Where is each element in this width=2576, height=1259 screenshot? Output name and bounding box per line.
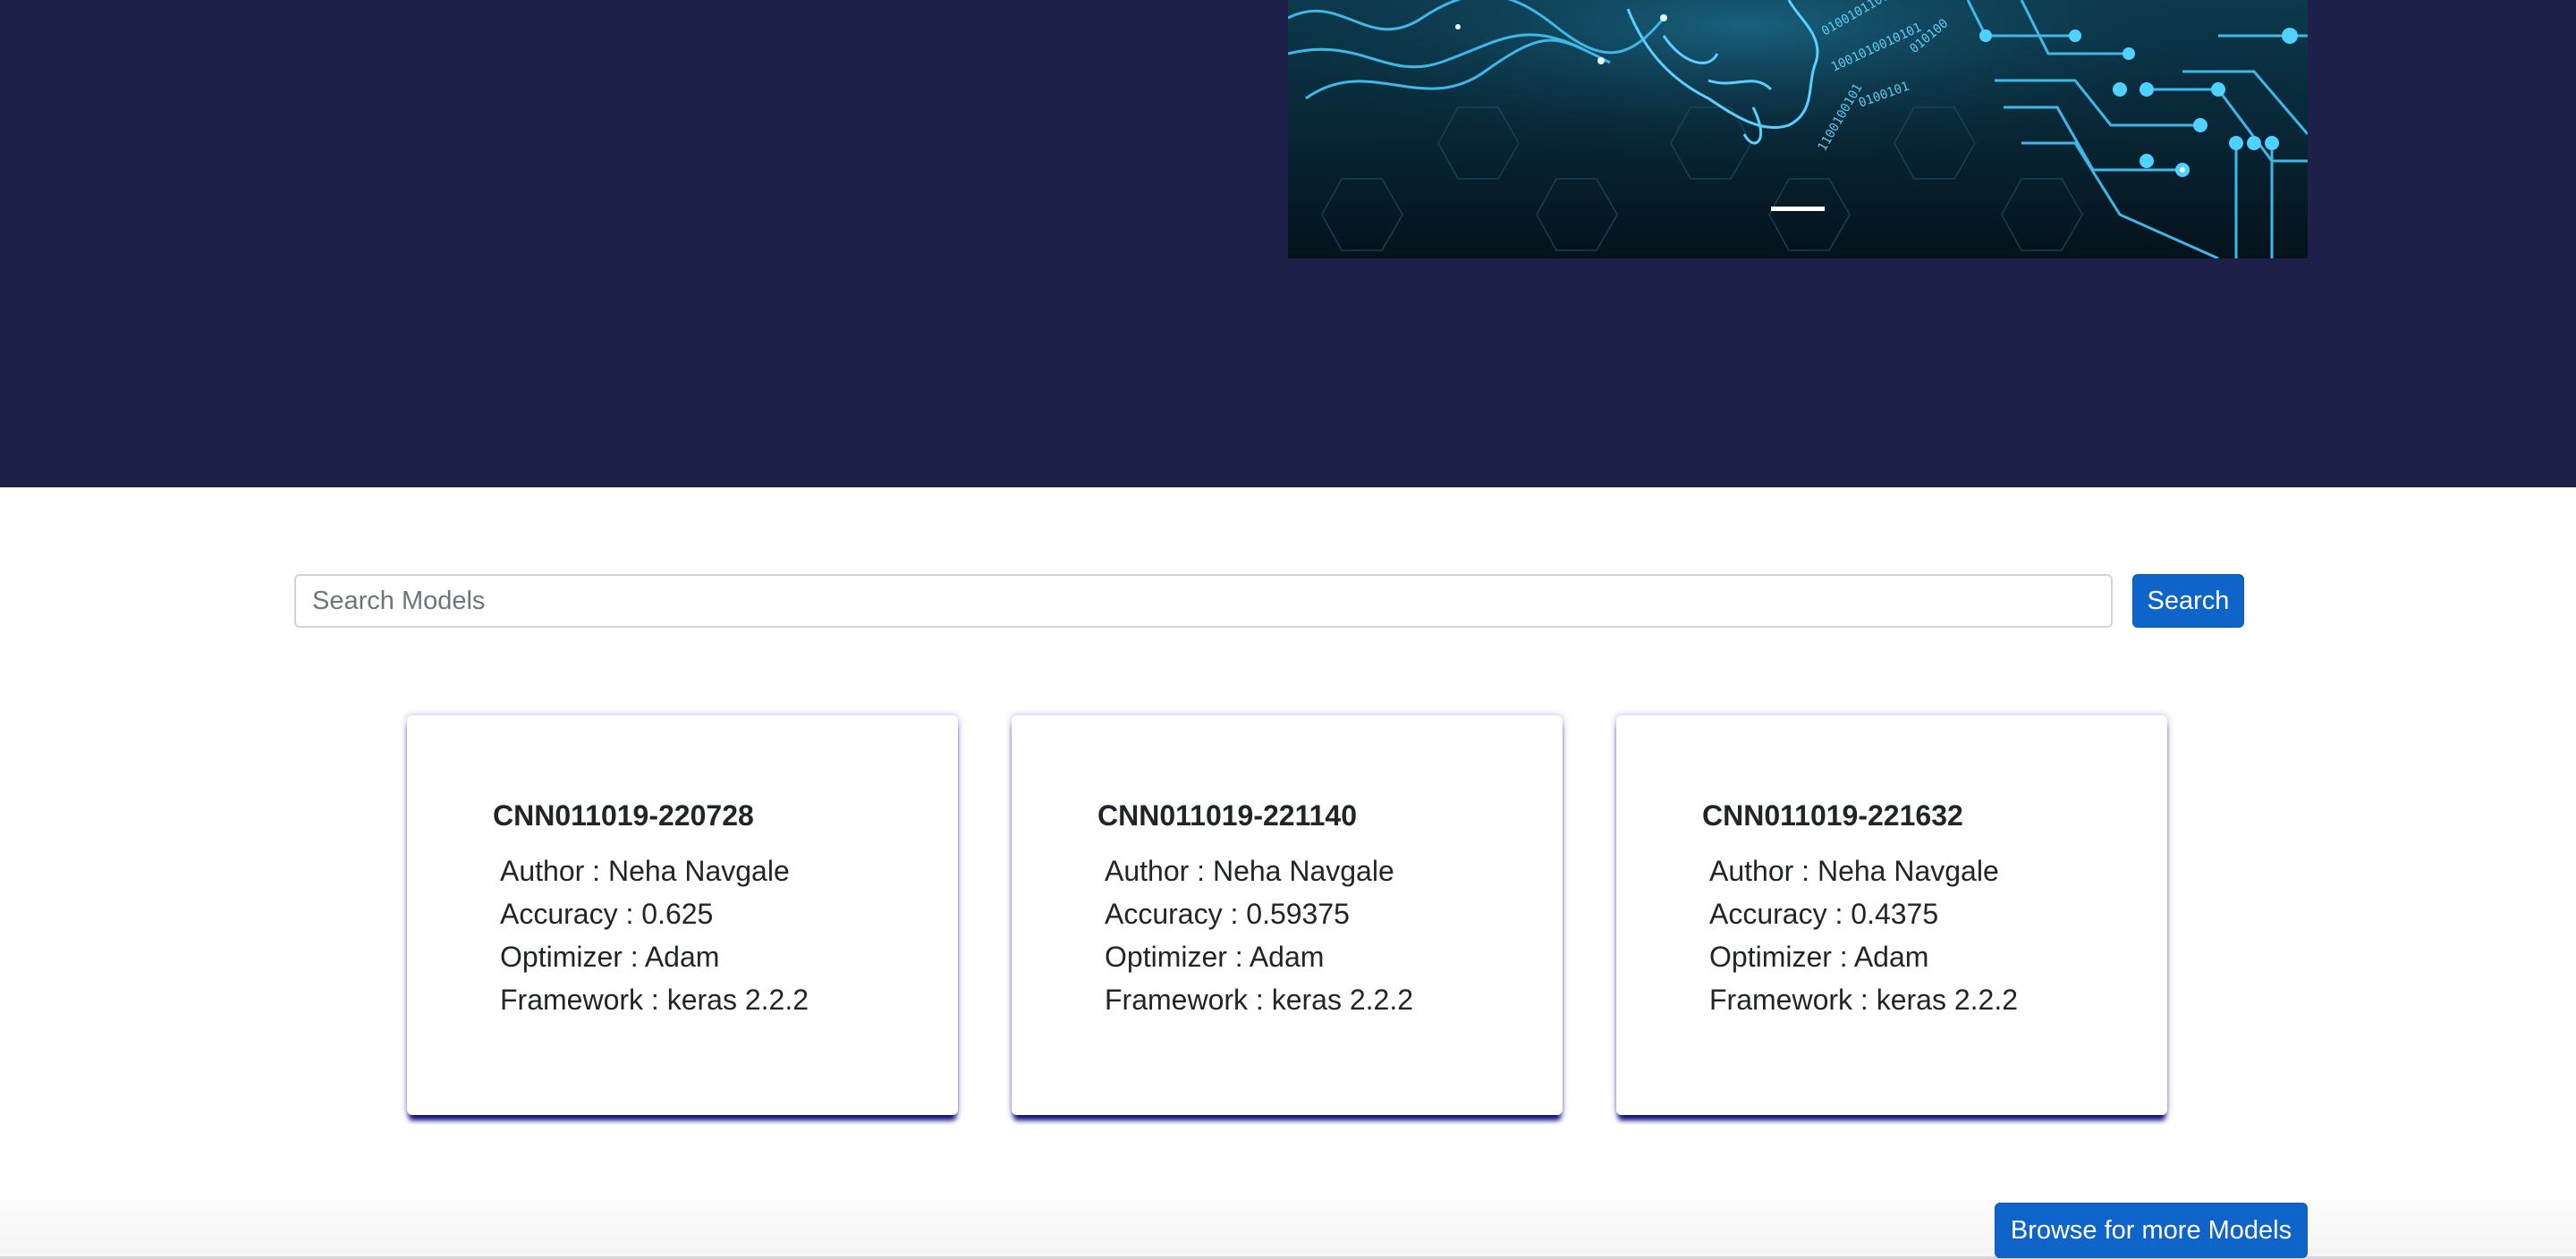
circuit-brain-illustration: 01001011001 1001010010101 0100101 110010… — [1288, 0, 2308, 258]
model-name[interactable]: CNN011019-220728 — [493, 799, 754, 832]
browse-more-models-button[interactable]: Browse for more Models — [1995, 1203, 2308, 1258]
carousel-banner-image: 01001011001 1001010010101 0100101 110010… — [1288, 0, 2308, 258]
model-author: Author : Neha Navgale — [1105, 855, 1394, 887]
model-accuracy: Accuracy : 0.59375 — [1105, 898, 1350, 930]
model-accuracy: Accuracy : 0.625 — [500, 898, 714, 930]
model-name[interactable]: CNN011019-221632 — [1702, 799, 1963, 832]
hero-section: 01001011001 1001010010101 0100101 110010… — [0, 0, 2576, 487]
model-optimizer: Optimizer : Adam — [500, 941, 720, 973]
model-name[interactable]: CNN011019-221140 — [1097, 799, 1357, 832]
model-card[interactable]: CNN011019-221140 Author : Neha Navgale A… — [1012, 715, 1563, 1115]
search-input[interactable] — [294, 574, 2113, 628]
model-card[interactable]: CNN011019-220728 Author : Neha Navgale A… — [407, 715, 958, 1115]
model-author: Author : Neha Navgale — [1709, 855, 1999, 887]
model-card[interactable]: CNN011019-221632 Author : Neha Navgale A… — [1616, 715, 2167, 1115]
model-optimizer: Optimizer : Adam — [1105, 941, 1325, 973]
model-optimizer: Optimizer : Adam — [1709, 941, 1929, 973]
model-framework: Framework : keras 2.2.2 — [500, 984, 809, 1016]
carousel-indicator-active[interactable] — [1771, 207, 1825, 211]
model-framework: Framework : keras 2.2.2 — [1709, 984, 2018, 1016]
model-accuracy: Accuracy : 0.4375 — [1709, 898, 1939, 930]
search-button[interactable]: Search — [2132, 574, 2244, 628]
model-author: Author : Neha Navgale — [500, 855, 790, 887]
model-framework: Framework : keras 2.2.2 — [1105, 984, 1413, 1016]
